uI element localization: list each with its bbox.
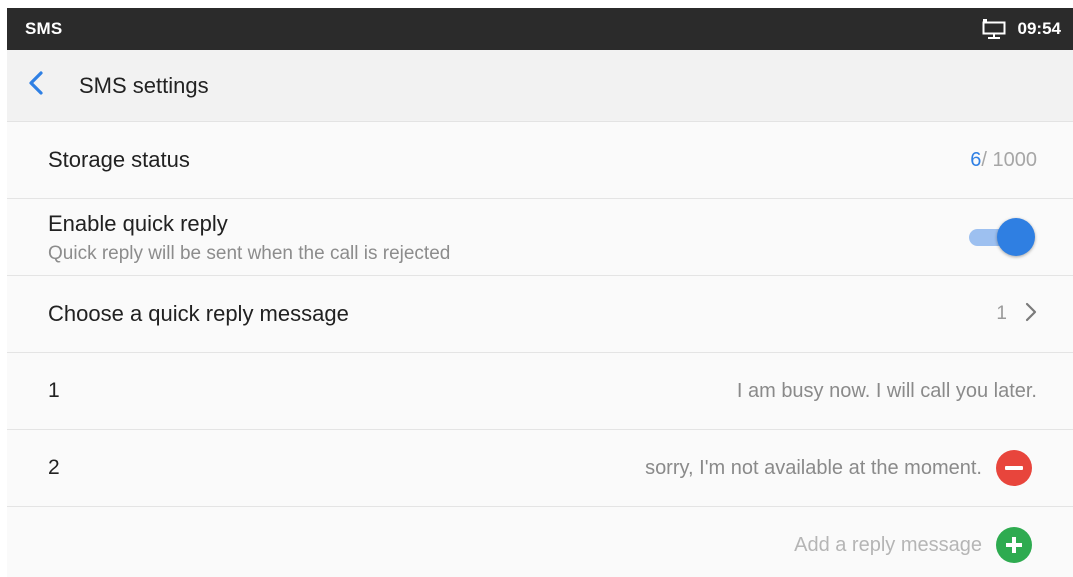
status-app-name: SMS — [25, 19, 63, 38]
status-bar: SMS 09:54 — [7, 8, 1073, 50]
chevron-left-icon — [28, 70, 44, 101]
back-button[interactable] — [25, 71, 47, 101]
reply-message-row-1[interactable]: 1 I am busy now. I will call you later. — [7, 353, 1073, 430]
quick-reply-text: Enable quick reply Quick reply will be s… — [48, 209, 450, 265]
network-icon — [982, 18, 1006, 40]
reply-message-index: 2 — [48, 456, 60, 479]
storage-total: / 1000 — [981, 148, 1037, 171]
choose-quick-reply-value: 1 — [996, 302, 1037, 327]
storage-used: 6 — [970, 148, 982, 171]
reply-message-content: sorry, I'm not available at the moment. — [645, 450, 1037, 486]
reply-message-index: 1 — [48, 379, 60, 402]
quick-reply-toggle[interactable] — [969, 217, 1035, 257]
storage-status-row: Storage status 6 / 1000 — [7, 122, 1073, 199]
choose-quick-reply-row[interactable]: Choose a quick reply message 1 — [7, 276, 1073, 353]
enable-quick-reply-label: Enable quick reply — [48, 211, 228, 236]
remove-message-button[interactable] — [996, 450, 1032, 486]
chevron-right-icon — [1025, 302, 1037, 327]
reply-message-text: I am busy now. I will call you later. — [736, 379, 1037, 402]
add-reply-message-row[interactable]: Add a reply message — [7, 507, 1073, 577]
storage-status-value: 6 / 1000 — [970, 149, 1037, 172]
add-message-button[interactable] — [996, 527, 1032, 563]
page-title: SMS settings — [79, 72, 209, 98]
add-reply-message-label[interactable]: Add a reply message — [794, 534, 982, 557]
status-time: 09:54 — [1017, 19, 1061, 38]
status-right: 09:54 — [982, 18, 1061, 40]
add-icon — [1004, 535, 1024, 555]
storage-status-label: Storage status — [48, 147, 190, 172]
reply-message-content: I am busy now. I will call you later. — [737, 380, 1037, 403]
quick-reply-toggle-wrap — [969, 217, 1037, 257]
reply-message-row-2[interactable]: 2 sorry, I'm not available at the moment… — [7, 430, 1073, 507]
add-reply-message-content: Add a reply message — [794, 527, 1037, 563]
toggle-thumb — [997, 218, 1035, 256]
enable-quick-reply-description: Quick reply will be sent when the call i… — [48, 243, 451, 264]
reply-message-text: sorry, I'm not available at the moment. — [645, 456, 982, 479]
choose-quick-reply-label: Choose a quick reply message — [48, 301, 349, 326]
title-bar: SMS settings — [7, 50, 1073, 122]
selected-message-number: 1 — [996, 303, 1007, 324]
screen: SMS 09:54 SMS settings Storage status 6 … — [7, 8, 1073, 577]
remove-icon — [1005, 466, 1023, 470]
enable-quick-reply-row[interactable]: Enable quick reply Quick reply will be s… — [7, 199, 1073, 276]
